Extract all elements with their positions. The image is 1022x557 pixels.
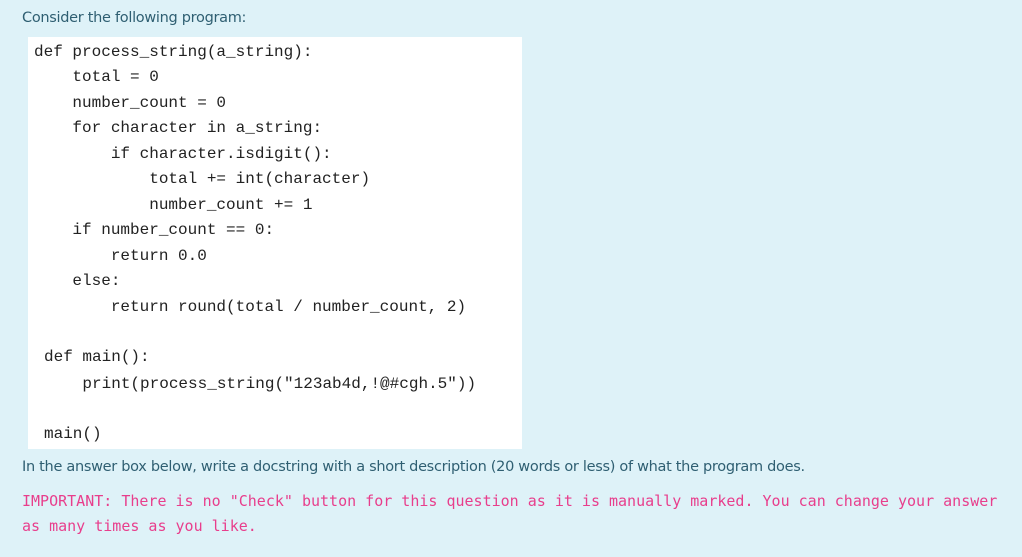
code-line: return round(total / number_count, 2) bbox=[34, 298, 467, 316]
important-note: IMPORTANT: There is no "Check" button fo… bbox=[22, 492, 998, 535]
code-line: total = 0 bbox=[34, 68, 159, 86]
code-line: if character.isdigit(): bbox=[34, 145, 332, 163]
question-prompt: Consider the following program: bbox=[22, 10, 247, 26]
code-line: def process_string(a_string): bbox=[34, 43, 313, 61]
code-block: def process_string(a_string): total = 0 … bbox=[28, 37, 522, 449]
code-line: number_count = 0 bbox=[34, 94, 227, 112]
code-line: print(process_string("123ab4d,!@#cgh.5")… bbox=[44, 375, 477, 393]
code-line: number_count += 1 bbox=[34, 196, 313, 214]
code-line: total += int(character) bbox=[34, 170, 371, 188]
answer-instruction: In the answer box below, write a docstri… bbox=[22, 459, 805, 475]
code-line: main() bbox=[44, 425, 102, 443]
code-line: if number_count == 0: bbox=[34, 221, 275, 239]
code-line: else: bbox=[34, 272, 121, 290]
code-line: return 0.0 bbox=[34, 247, 207, 265]
code-line: def main(): bbox=[44, 348, 150, 366]
code-line: for character in a_string: bbox=[34, 119, 323, 137]
